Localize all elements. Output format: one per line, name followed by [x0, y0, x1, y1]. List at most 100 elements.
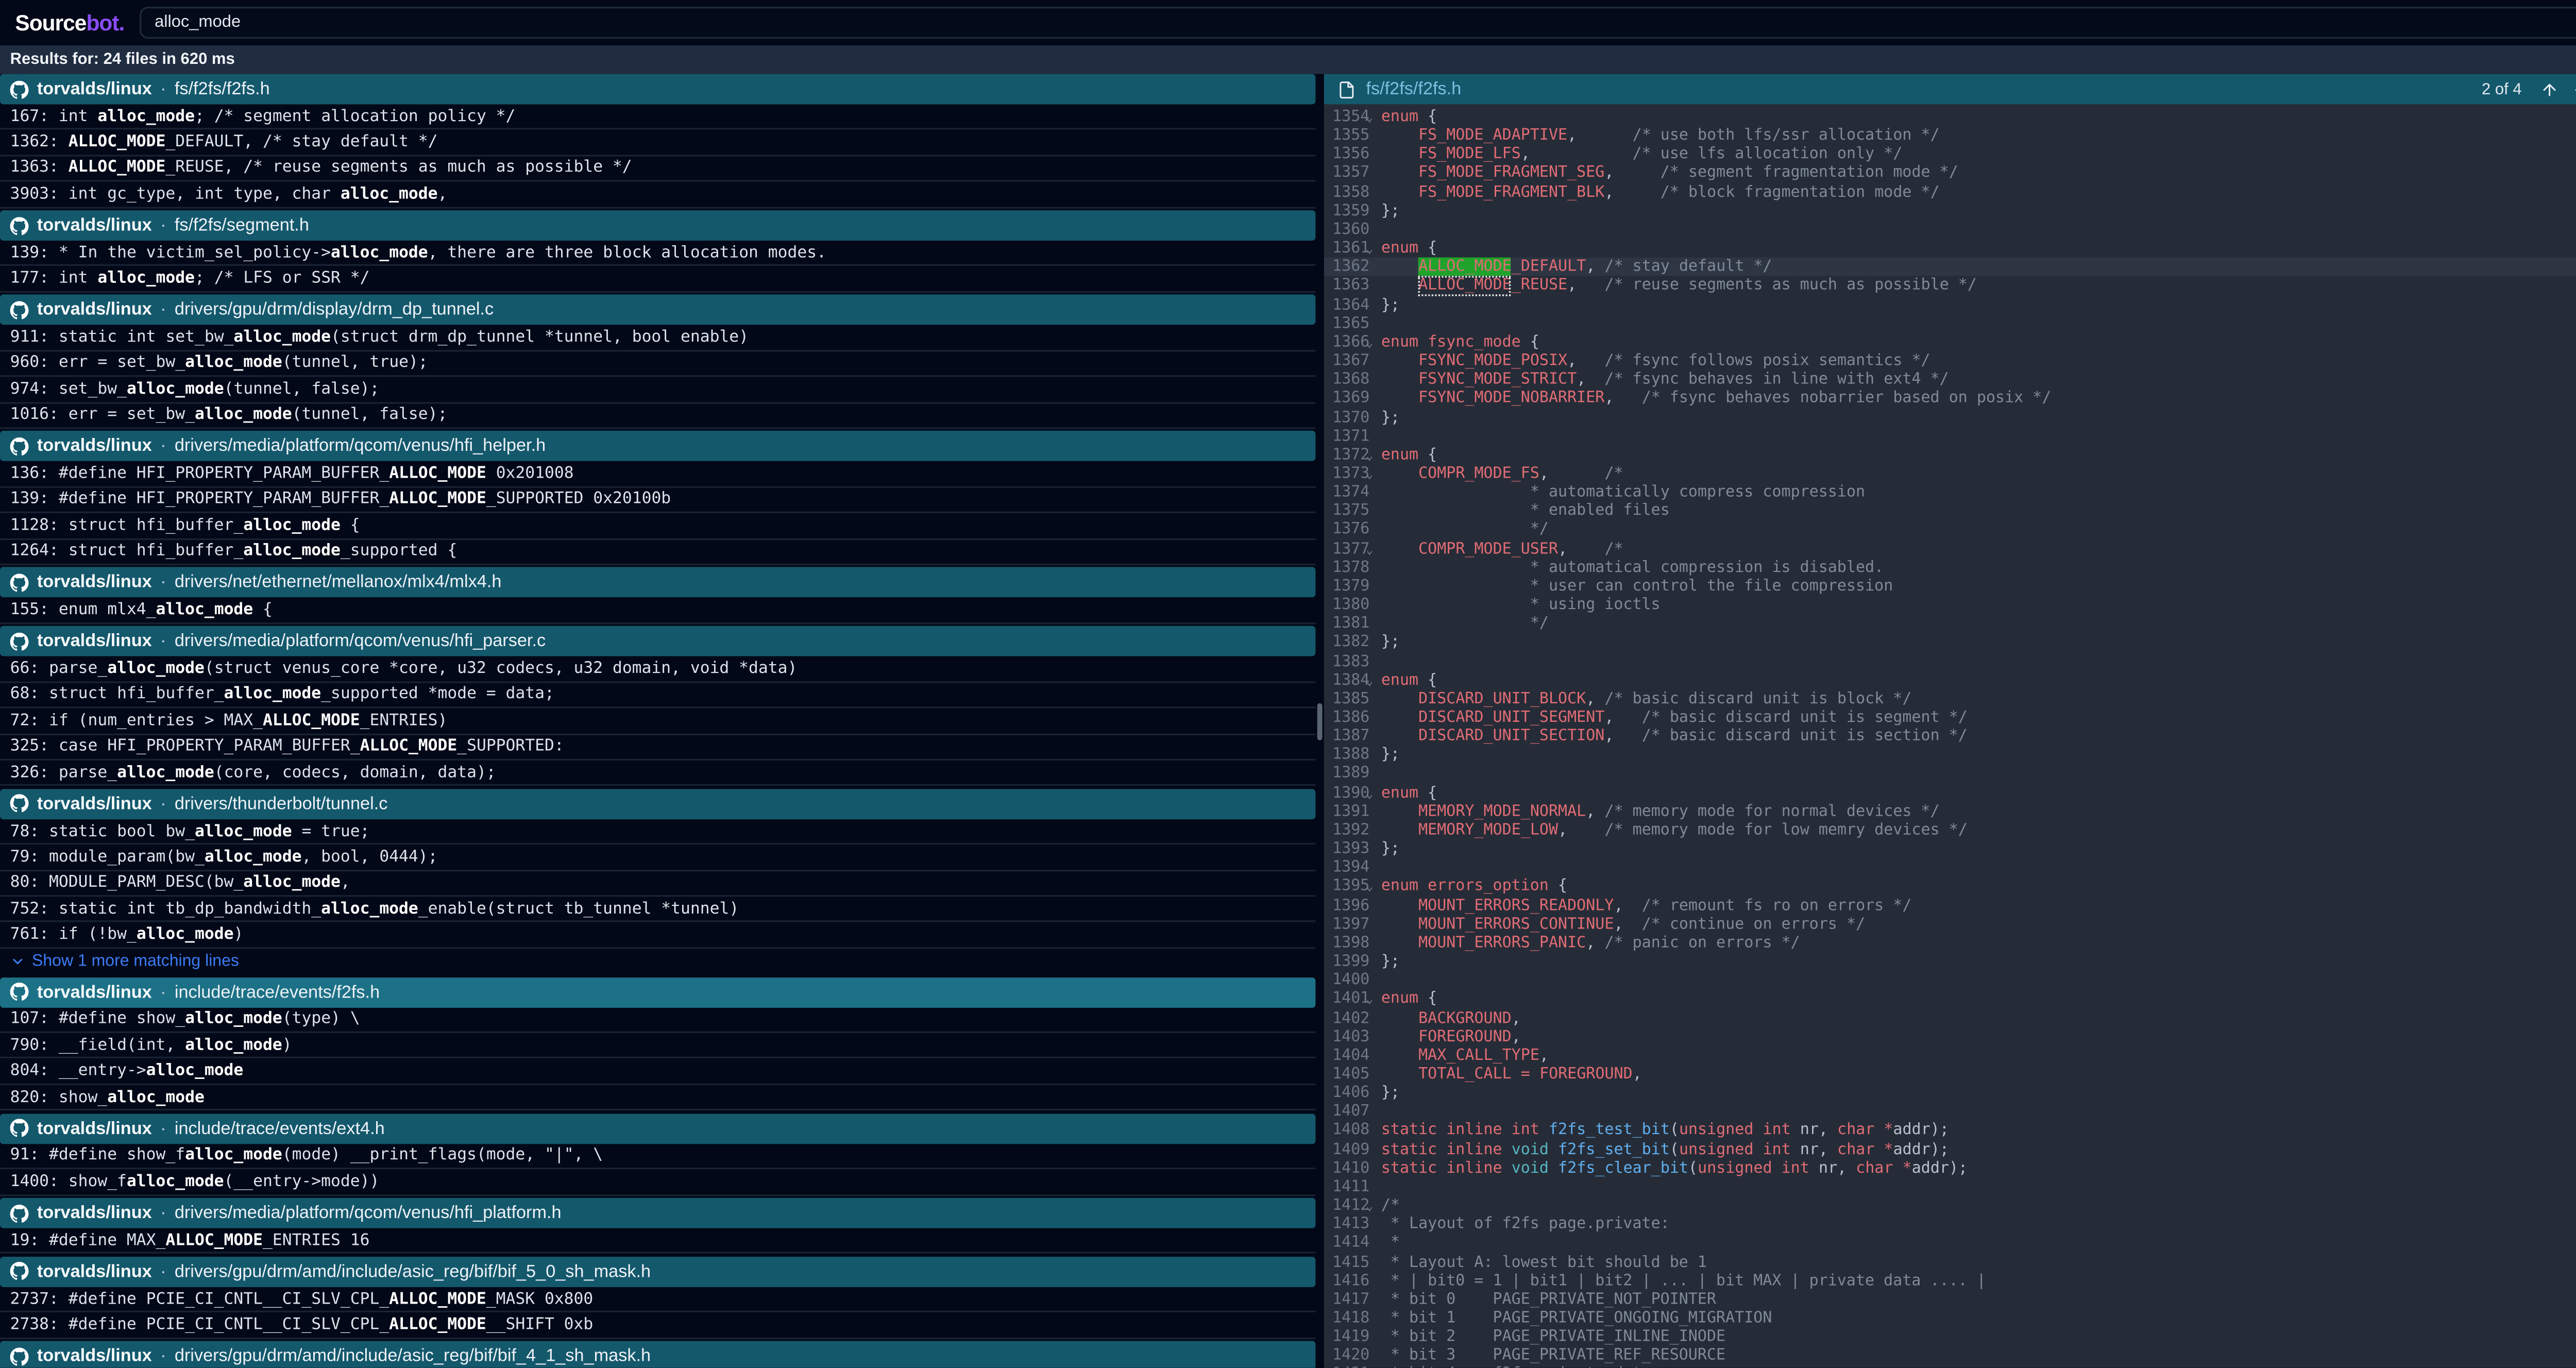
- code-line-number[interactable]: 1391: [1324, 802, 1366, 821]
- match-line-row[interactable]: 752: static int tb_dp_bandwidth_alloc_mo…: [0, 897, 1315, 922]
- code-line-number[interactable]: 1381: [1324, 615, 1366, 633]
- code-line-number[interactable]: 1373: [1324, 464, 1366, 483]
- panel-resize-handle[interactable]: [1317, 703, 1323, 740]
- code-line-number[interactable]: 1417: [1324, 1290, 1366, 1309]
- match-line-row[interactable]: 911: static int set_bw_alloc_mode(struct…: [0, 325, 1315, 351]
- preview-file-path[interactable]: fs/f2fs/f2fs.h: [1366, 79, 1461, 99]
- match-line-row[interactable]: 167: int alloc_mode; /* segment allocati…: [0, 104, 1315, 130]
- code-line-number[interactable]: 1419: [1324, 1328, 1366, 1346]
- match-line-row[interactable]: 974: set_bw_alloc_mode(tunnel, false);: [0, 377, 1315, 403]
- code-line-number[interactable]: 1397: [1324, 915, 1366, 933]
- file-match-header[interactable]: torvalds/linux·fs/f2fs/segment.h: [0, 210, 1315, 241]
- fold-chevron-icon[interactable]: ⌄: [1366, 239, 1381, 258]
- next-match-button[interactable]: [2570, 78, 2576, 100]
- match-line-row[interactable]: 2737: #define PCIE_CI_CNTL__CI_SLV_CPL_A…: [0, 1287, 1315, 1313]
- fold-chevron-icon[interactable]: ⌄: [1366, 464, 1381, 483]
- previous-match-button[interactable]: [2538, 78, 2560, 100]
- code-line-number[interactable]: 1388: [1324, 746, 1366, 765]
- code-line-number[interactable]: 1386: [1324, 708, 1366, 727]
- file-match-header[interactable]: torvalds/linux·drivers/gpu/drm/amd/inclu…: [0, 1341, 1315, 1368]
- code-line-number[interactable]: 1410: [1324, 1159, 1366, 1177]
- fold-chevron-icon[interactable]: ⌄: [1366, 108, 1381, 126]
- code-line-number[interactable]: 1418: [1324, 1309, 1366, 1327]
- code-line-number[interactable]: 1363: [1324, 277, 1366, 295]
- fold-chevron-icon[interactable]: ⌄: [1366, 539, 1381, 558]
- match-line-row[interactable]: 107: #define show_alloc_mode(type) \: [0, 1007, 1315, 1033]
- match-line-row[interactable]: 155: enum mlx4_alloc_mode {: [0, 598, 1315, 624]
- code-line-number[interactable]: 1379: [1324, 577, 1366, 596]
- match-line-row[interactable]: 136: #define HFI_PROPERTY_PARAM_BUFFER_A…: [0, 462, 1315, 487]
- code-line-number[interactable]: 1378: [1324, 558, 1366, 577]
- code-line-number[interactable]: 1380: [1324, 596, 1366, 614]
- code-line-number[interactable]: 1399: [1324, 952, 1366, 971]
- code-line-number[interactable]: 1367: [1324, 352, 1366, 370]
- fold-chevron-icon[interactable]: ⌄: [1366, 333, 1381, 351]
- fold-chevron-icon[interactable]: ⌄: [1366, 990, 1381, 1008]
- fold-chevron-icon[interactable]: ⌄: [1366, 783, 1381, 802]
- match-line-row[interactable]: 790: __field(int, alloc_mode): [0, 1033, 1315, 1059]
- code-line-number[interactable]: 1355: [1324, 126, 1366, 145]
- code-line-number[interactable]: 1374: [1324, 483, 1366, 502]
- code-line-number[interactable]: 1369: [1324, 389, 1366, 408]
- file-match-header[interactable]: torvalds/linux·drivers/media/platform/qc…: [0, 627, 1315, 657]
- match-line-row[interactable]: 91: #define show_falloc_mode(mode) __pri…: [0, 1143, 1315, 1169]
- code-line-number[interactable]: 1404: [1324, 1046, 1366, 1065]
- show-more-matches-link[interactable]: Show 1 more matching lines: [0, 949, 1315, 974]
- match-line-row[interactable]: 3903: int gc_type, int type, char alloc_…: [0, 182, 1315, 208]
- code-line-number[interactable]: 1409: [1324, 1140, 1366, 1159]
- file-match-header[interactable]: torvalds/linux·drivers/thunderbolt/tunne…: [0, 789, 1315, 819]
- match-line-row[interactable]: 78: static bool bw_alloc_mode = true;: [0, 819, 1315, 845]
- code-line-number[interactable]: 1366: [1324, 333, 1366, 351]
- match-line-row[interactable]: 326: parse_alloc_mode(core, codecs, doma…: [0, 761, 1315, 786]
- code-line-number[interactable]: 1402: [1324, 1009, 1366, 1027]
- fold-chevron-icon[interactable]: ⌄: [1366, 877, 1381, 896]
- match-line-row[interactable]: 72: if (num_entries > MAX_ALLOC_MODE_ENT…: [0, 708, 1315, 734]
- code-line-number[interactable]: 1394: [1324, 858, 1366, 877]
- code-line-number[interactable]: 1400: [1324, 971, 1366, 990]
- code-line-number[interactable]: 1416: [1324, 1272, 1366, 1290]
- code-line-number[interactable]: 1413: [1324, 1215, 1366, 1234]
- code-line-number[interactable]: 1408: [1324, 1121, 1366, 1140]
- file-match-header[interactable]: torvalds/linux·drivers/net/ethernet/mell…: [0, 568, 1315, 598]
- file-match-header[interactable]: torvalds/linux·fs/f2fs/f2fs.h: [0, 74, 1315, 105]
- match-line-row[interactable]: 1363: ALLOC_MODE_REUSE, /* reuse segment…: [0, 156, 1315, 182]
- code-line-number[interactable]: 1368: [1324, 370, 1366, 389]
- code-line-number[interactable]: 1361: [1324, 239, 1366, 258]
- match-line-row[interactable]: 820: show_alloc_mode: [0, 1085, 1315, 1111]
- code-line-number[interactable]: 1354: [1324, 108, 1366, 126]
- code-line-number[interactable]: 1405: [1324, 1065, 1366, 1084]
- code-line-number[interactable]: 1398: [1324, 934, 1366, 952]
- match-line-row[interactable]: 325: case HFI_PROPERTY_PARAM_BUFFER_ALLO…: [0, 734, 1315, 760]
- match-line-row[interactable]: 960: err = set_bw_alloc_mode(tunnel, tru…: [0, 351, 1315, 377]
- file-match-header[interactable]: torvalds/linux·include/trace/events/f2fs…: [0, 977, 1315, 1007]
- code-line-number[interactable]: 1375: [1324, 502, 1366, 520]
- code-line-number[interactable]: 1401: [1324, 990, 1366, 1008]
- fold-chevron-icon[interactable]: ⌄: [1366, 1196, 1381, 1215]
- code-line-number[interactable]: 1371: [1324, 427, 1366, 445]
- file-match-header[interactable]: torvalds/linux·drivers/media/platform/qc…: [0, 1198, 1315, 1228]
- match-line-row[interactable]: 2738: #define PCIE_CI_CNTL__CI_SLV_CPL_A…: [0, 1313, 1315, 1339]
- match-line-row[interactable]: 1016: err = set_bw_alloc_mode(tunnel, fa…: [0, 403, 1315, 429]
- match-line-row[interactable]: 1362: ALLOC_MODE_DEFAULT, /* stay defaul…: [0, 130, 1315, 156]
- code-line-number[interactable]: 1358: [1324, 183, 1366, 201]
- fold-chevron-icon[interactable]: ⌄: [1366, 671, 1381, 689]
- match-line-row[interactable]: 761: if (!bw_alloc_mode): [0, 923, 1315, 949]
- code-line-number[interactable]: 1370: [1324, 408, 1366, 427]
- match-line-row[interactable]: 139: * In the victim_sel_policy->alloc_m…: [0, 241, 1315, 266]
- match-line-row[interactable]: 1128: struct hfi_buffer_alloc_mode {: [0, 514, 1315, 539]
- code-line-number[interactable]: 1415: [1324, 1253, 1366, 1271]
- match-line-row[interactable]: 1264: struct hfi_buffer_alloc_mode_suppo…: [0, 539, 1315, 565]
- code-line-number[interactable]: 1356: [1324, 145, 1366, 164]
- match-line-row[interactable]: 66: parse_alloc_mode(struct venus_core *…: [0, 657, 1315, 683]
- code-line-number[interactable]: 1392: [1324, 821, 1366, 839]
- match-line-row[interactable]: 68: struct hfi_buffer_alloc_mode_support…: [0, 683, 1315, 708]
- file-match-header[interactable]: torvalds/linux·drivers/gpu/drm/display/d…: [0, 295, 1315, 326]
- code-line-number[interactable]: 1365: [1324, 314, 1366, 333]
- code-line-number[interactable]: 1390: [1324, 783, 1366, 802]
- search-input[interactable]: alloc_mode: [140, 7, 2576, 39]
- code-line-number[interactable]: 1357: [1324, 164, 1366, 182]
- code-line-number[interactable]: 1414: [1324, 1234, 1366, 1253]
- match-line-row[interactable]: 79: module_param(bw_alloc_mode, bool, 04…: [0, 845, 1315, 871]
- code-line-number[interactable]: 1377: [1324, 539, 1366, 558]
- code-line-number[interactable]: 1387: [1324, 727, 1366, 746]
